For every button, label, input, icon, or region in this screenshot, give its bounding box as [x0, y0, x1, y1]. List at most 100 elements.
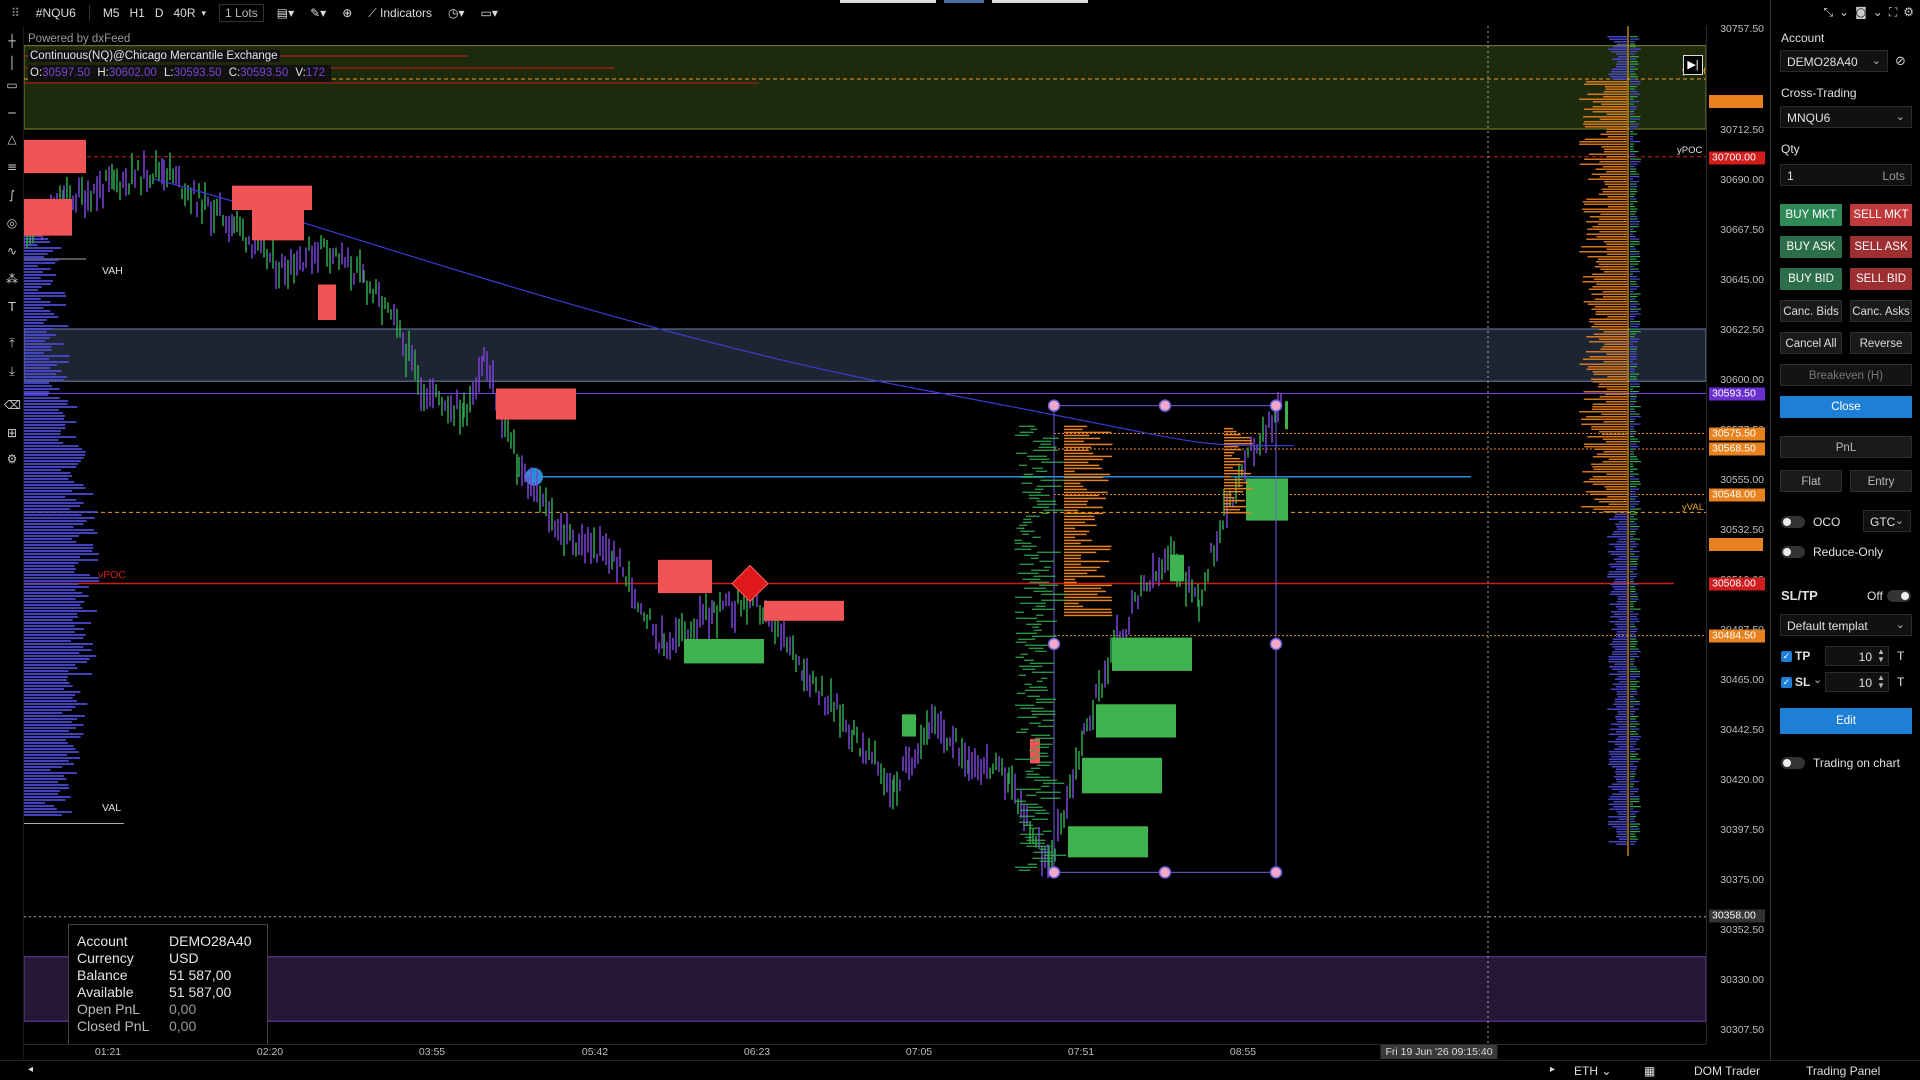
clock-icon[interactable]: ◷▾ [445, 4, 468, 22]
composite-delta-bar [1630, 266, 1634, 268]
fibonacci-icon[interactable]: ≡ [4, 160, 20, 174]
symbol-selector[interactable]: #NQU6 [33, 4, 79, 22]
vertical-line-icon[interactable]: │ [4, 56, 20, 70]
dom-trader-button[interactable]: DOM Trader [1694, 1064, 1760, 1078]
composite-delta-bar [1630, 741, 1637, 743]
chevron-down-icon[interactable]: ⌄ [1813, 673, 1822, 686]
drawing-pen-icon[interactable]: ✎▾ [307, 4, 329, 22]
buy-ask-button[interactable]: BUY ASK [1780, 236, 1842, 258]
go-to-latest-button[interactable]: ▶| [1683, 55, 1703, 75]
qty-input[interactable]: 1 Lots [1780, 164, 1912, 186]
buy-market-button[interactable]: BUY MKT [1780, 204, 1842, 226]
chevron-down-icon[interactable]: ⌄ [1839, 5, 1849, 20]
sell-ask-button[interactable]: SELL ASK [1850, 236, 1912, 258]
entry-button[interactable]: Entry [1850, 470, 1912, 492]
text-icon[interactable]: T [4, 300, 20, 314]
rectangle-icon[interactable]: ▭ [4, 78, 20, 92]
price-chart[interactable]: Powered by dxFeed Continuous(NQ)@Chicago… [24, 26, 1706, 1046]
composite-delta-bar [1630, 101, 1640, 103]
sl-spinner-icon[interactable]: ▲ ▼ [1877, 674, 1885, 690]
chevron-down-icon[interactable]: ⌄ [1873, 5, 1883, 20]
available-value: 51 587,00 [169, 984, 232, 1000]
cancel-all-button[interactable]: Cancel All [1780, 332, 1842, 354]
composite-delta-bar [1630, 313, 1641, 315]
curve-icon[interactable]: ∫ [4, 188, 20, 202]
composite-profile-bar [1609, 38, 1627, 40]
cancel-bids-button[interactable]: Canc. Bids [1780, 300, 1842, 322]
reverse-button[interactable]: Reverse [1850, 332, 1912, 354]
qty-unit: Lots [1882, 169, 1905, 183]
sell-bid-button[interactable]: SELL BID [1850, 268, 1912, 290]
composite-profile-bar [1607, 196, 1627, 198]
cancel-asks-button[interactable]: Canc. Asks [1850, 300, 1912, 322]
price-axis[interactable]: 30757.50 30712.50 30690.00 30667.50 3064… [1706, 23, 1770, 1044]
chart-canvas[interactable] [24, 26, 1706, 1044]
pattern-icon[interactable]: ⁂ [4, 272, 20, 286]
composite-delta-bar [1630, 411, 1636, 413]
volume-profile-bar [24, 472, 71, 474]
gear-icon[interactable]: ⚙ [1903, 5, 1914, 20]
hide-eye-icon[interactable]: ⊘ [1895, 53, 1906, 69]
triangle-icon[interactable]: △ [4, 132, 20, 146]
chart-type-icon[interactable]: ▤▾ [274, 4, 297, 22]
horizontal-line-icon[interactable]: ─ [4, 106, 20, 120]
scroll-right-icon[interactable]: ▸ [1550, 1064, 1555, 1075]
composite-profile-bar [1616, 631, 1627, 633]
time-in-force-selector[interactable]: GTC ⌄ [1863, 510, 1911, 532]
composite-delta-bar [1630, 181, 1639, 183]
volume-profile-bar [24, 469, 61, 471]
session-selector[interactable]: ETH ⌄ [1574, 1064, 1611, 1078]
oco-toggle[interactable] [1781, 516, 1805, 528]
sl-unit-selector[interactable]: T [1897, 675, 1904, 689]
volume-profile-bar [24, 475, 73, 477]
breakeven-button[interactable]: Breakeven (H) [1780, 364, 1912, 386]
tp-spinner-icon[interactable]: ▲ ▼ [1877, 648, 1885, 664]
tp-unit-selector[interactable]: T [1897, 649, 1904, 663]
grip-icon[interactable]: ⠿ [8, 4, 23, 22]
composite-delta-bar [1630, 631, 1637, 633]
short-position-icon[interactable]: ⤓ [4, 364, 20, 378]
calendar-icon[interactable]: ▦ [1644, 1064, 1655, 1078]
long-position-icon[interactable]: ⤒ [4, 336, 20, 350]
sell-market-button[interactable]: SELL MKT [1850, 204, 1912, 226]
volume-profile-bar [24, 304, 67, 306]
layout-icon[interactable]: ▭▾ [478, 4, 501, 22]
collapse-icon[interactable]: ⤡ [1823, 5, 1833, 20]
zoom-icon[interactable]: ⊕ [339, 4, 355, 22]
objects-icon[interactable]: ⊞ [4, 426, 20, 440]
lots-selector[interactable]: 1 Lots [219, 4, 264, 22]
crosshair-icon[interactable]: ┼ [4, 34, 20, 48]
tp-checkbox[interactable]: ✓ [1781, 651, 1792, 662]
composite-profile-bar [1607, 573, 1627, 575]
buy-bid-button[interactable]: BUY BID [1780, 268, 1842, 290]
sl-checkbox[interactable]: ✓ [1781, 677, 1792, 688]
volume-profile-bar [24, 595, 89, 597]
fullscreen-icon[interactable]: ⛶ [1889, 5, 1897, 20]
scroll-left-icon[interactable]: ◂ [28, 1064, 33, 1075]
timeframe-d[interactable]: D [152, 4, 167, 22]
chevron-down-icon[interactable]: ▾ [199, 6, 210, 21]
indicators-button[interactable]: ⟋ Indicators [365, 4, 435, 23]
flat-button[interactable]: Flat [1780, 470, 1842, 492]
time-axis[interactable]: 01:21 02:20 03:55 05:42 06:23 07:05 07:5… [24, 1044, 1706, 1060]
reduce-only-toggle[interactable] [1781, 546, 1805, 558]
composite-delta-bar [1630, 178, 1634, 180]
cross-trading-selector[interactable]: MNQU6 ⌄ [1780, 106, 1912, 128]
account-selector[interactable]: DEMO28A40 ⌄ [1780, 50, 1888, 72]
eraser-icon[interactable]: ⌫ [4, 398, 21, 412]
target-icon[interactable]: ◎ [4, 216, 20, 230]
timeframe-m5[interactable]: M5 [100, 4, 123, 22]
edit-sltp-button[interactable]: Edit [1780, 708, 1912, 734]
template-selector[interactable]: Default templat ⌄ [1780, 614, 1912, 636]
camera-icon[interactable]: ◙ [1855, 5, 1867, 20]
wave-icon[interactable]: ∿ [4, 244, 20, 258]
composite-profile-bar [1611, 783, 1627, 785]
settings-gear-icon[interactable]: ⚙ [4, 452, 20, 466]
trading-on-chart-toggle[interactable] [1781, 757, 1805, 769]
close-position-button[interactable]: Close [1780, 396, 1912, 418]
timeframe-40r[interactable]: 40R [171, 4, 199, 22]
timeframe-h1[interactable]: H1 [126, 4, 147, 22]
trading-panel-button[interactable]: Trading Panel [1806, 1064, 1880, 1078]
price-tag-yval [1709, 538, 1763, 551]
sltp-toggle[interactable] [1887, 590, 1911, 602]
